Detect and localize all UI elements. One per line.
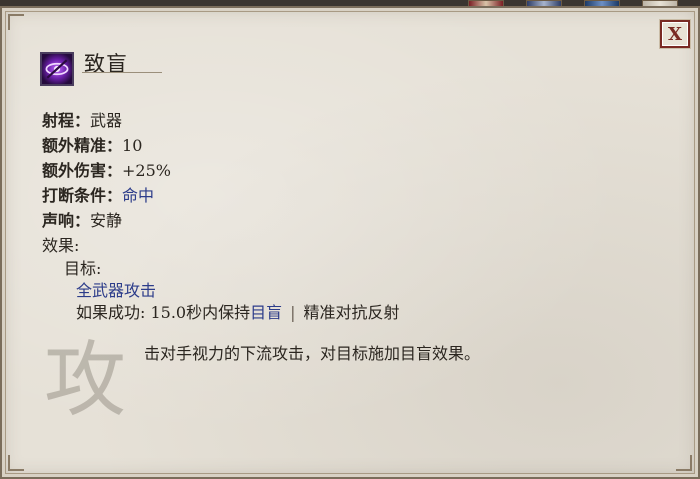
on-success-suffix: 精准对抗反射 (303, 303, 400, 322)
interrupt-link[interactable]: 命中 (122, 186, 154, 205)
separator: | (290, 303, 296, 322)
effects-label: 效果: (42, 236, 80, 255)
target-value-row: 全武器攻击 (64, 280, 400, 302)
stat-value: 10 (122, 136, 143, 155)
target-label: 目标: (64, 259, 102, 278)
stat-interrupt: 打断条件：命中 (42, 183, 171, 208)
corner-ornament (8, 455, 24, 471)
stat-label: 额外精准： (42, 136, 123, 155)
stat-noise: 声响：安静 (42, 208, 171, 233)
status-link[interactable]: 目盲 (250, 303, 282, 322)
corner-ornament (676, 455, 692, 471)
stat-accuracy: 额外精准：10 (42, 133, 171, 158)
eye-glyph (45, 59, 69, 79)
corner-ornament (8, 14, 24, 30)
stat-damage: 额外伤害：+25% (42, 158, 171, 183)
attack-category-watermark: 攻 (44, 333, 127, 428)
ability-title: 致盲 (84, 52, 128, 76)
on-success-row: 如果成功: 15.0秒内保持目盲 | 精准对抗反射 (64, 302, 400, 324)
stat-label: 额外伤害： (42, 161, 123, 180)
target-link[interactable]: 全武器攻击 (76, 281, 156, 300)
ability-tooltip-panel: X 致盲 射程：武器 额外精准：10 额外伤害：+25% 打断条件：命中 声响：… (0, 6, 700, 479)
ability-stats: 射程：武器 额外精准：10 额外伤害：+25% 打断条件：命中 声响：安静 效果… (42, 108, 171, 258)
stat-value: +25% (122, 161, 171, 180)
stat-value: 武器 (90, 111, 123, 130)
title-underline (82, 72, 162, 73)
blind-eye-icon (40, 52, 74, 86)
stat-range: 射程：武器 (42, 108, 171, 133)
close-icon: X (668, 23, 682, 45)
effects-section: 目标: 全武器攻击 如果成功: 15.0秒内保持目盲 | 精准对抗反射 (64, 258, 400, 324)
stat-label: 声响： (42, 211, 91, 230)
close-button[interactable]: X (660, 20, 690, 48)
on-success-prefix: 如果成功: 15.0秒内保持 (76, 303, 251, 322)
stat-label: 打断条件： (42, 186, 123, 205)
stat-value: 安静 (90, 211, 123, 230)
stat-label: 射程： (42, 111, 91, 130)
ability-description: 击对手视力的下流攻击，对目标施加目盲效果。 (144, 344, 481, 363)
